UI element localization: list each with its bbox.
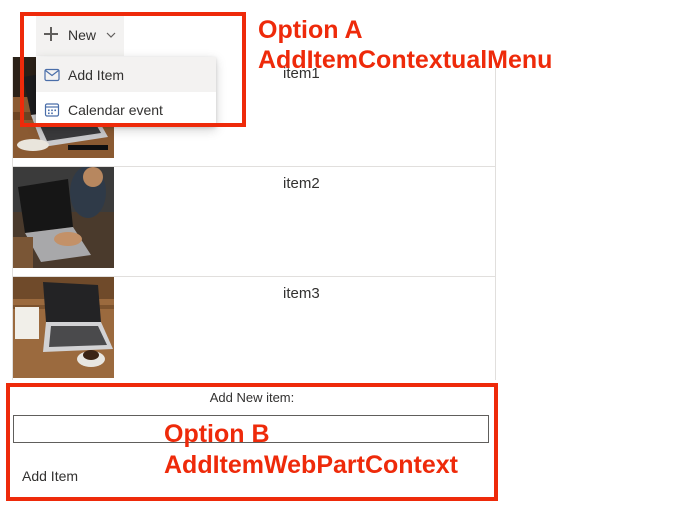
item-thumbnail [13,277,114,378]
option-a-subtitle: AddItemContextualMenu [258,46,553,74]
option-a-highlight-box [20,12,246,127]
option-b-subtitle: AddItemWebPartContext [164,451,459,479]
list-item[interactable]: item3 [13,277,495,387]
item-title: item2 [283,175,320,192]
option-a-title: Option A [258,16,363,44]
list-item[interactable]: item2 [13,167,495,277]
item-title: item3 [283,285,320,302]
item-thumbnail [13,167,114,268]
option-b-title: Option B [164,420,270,448]
